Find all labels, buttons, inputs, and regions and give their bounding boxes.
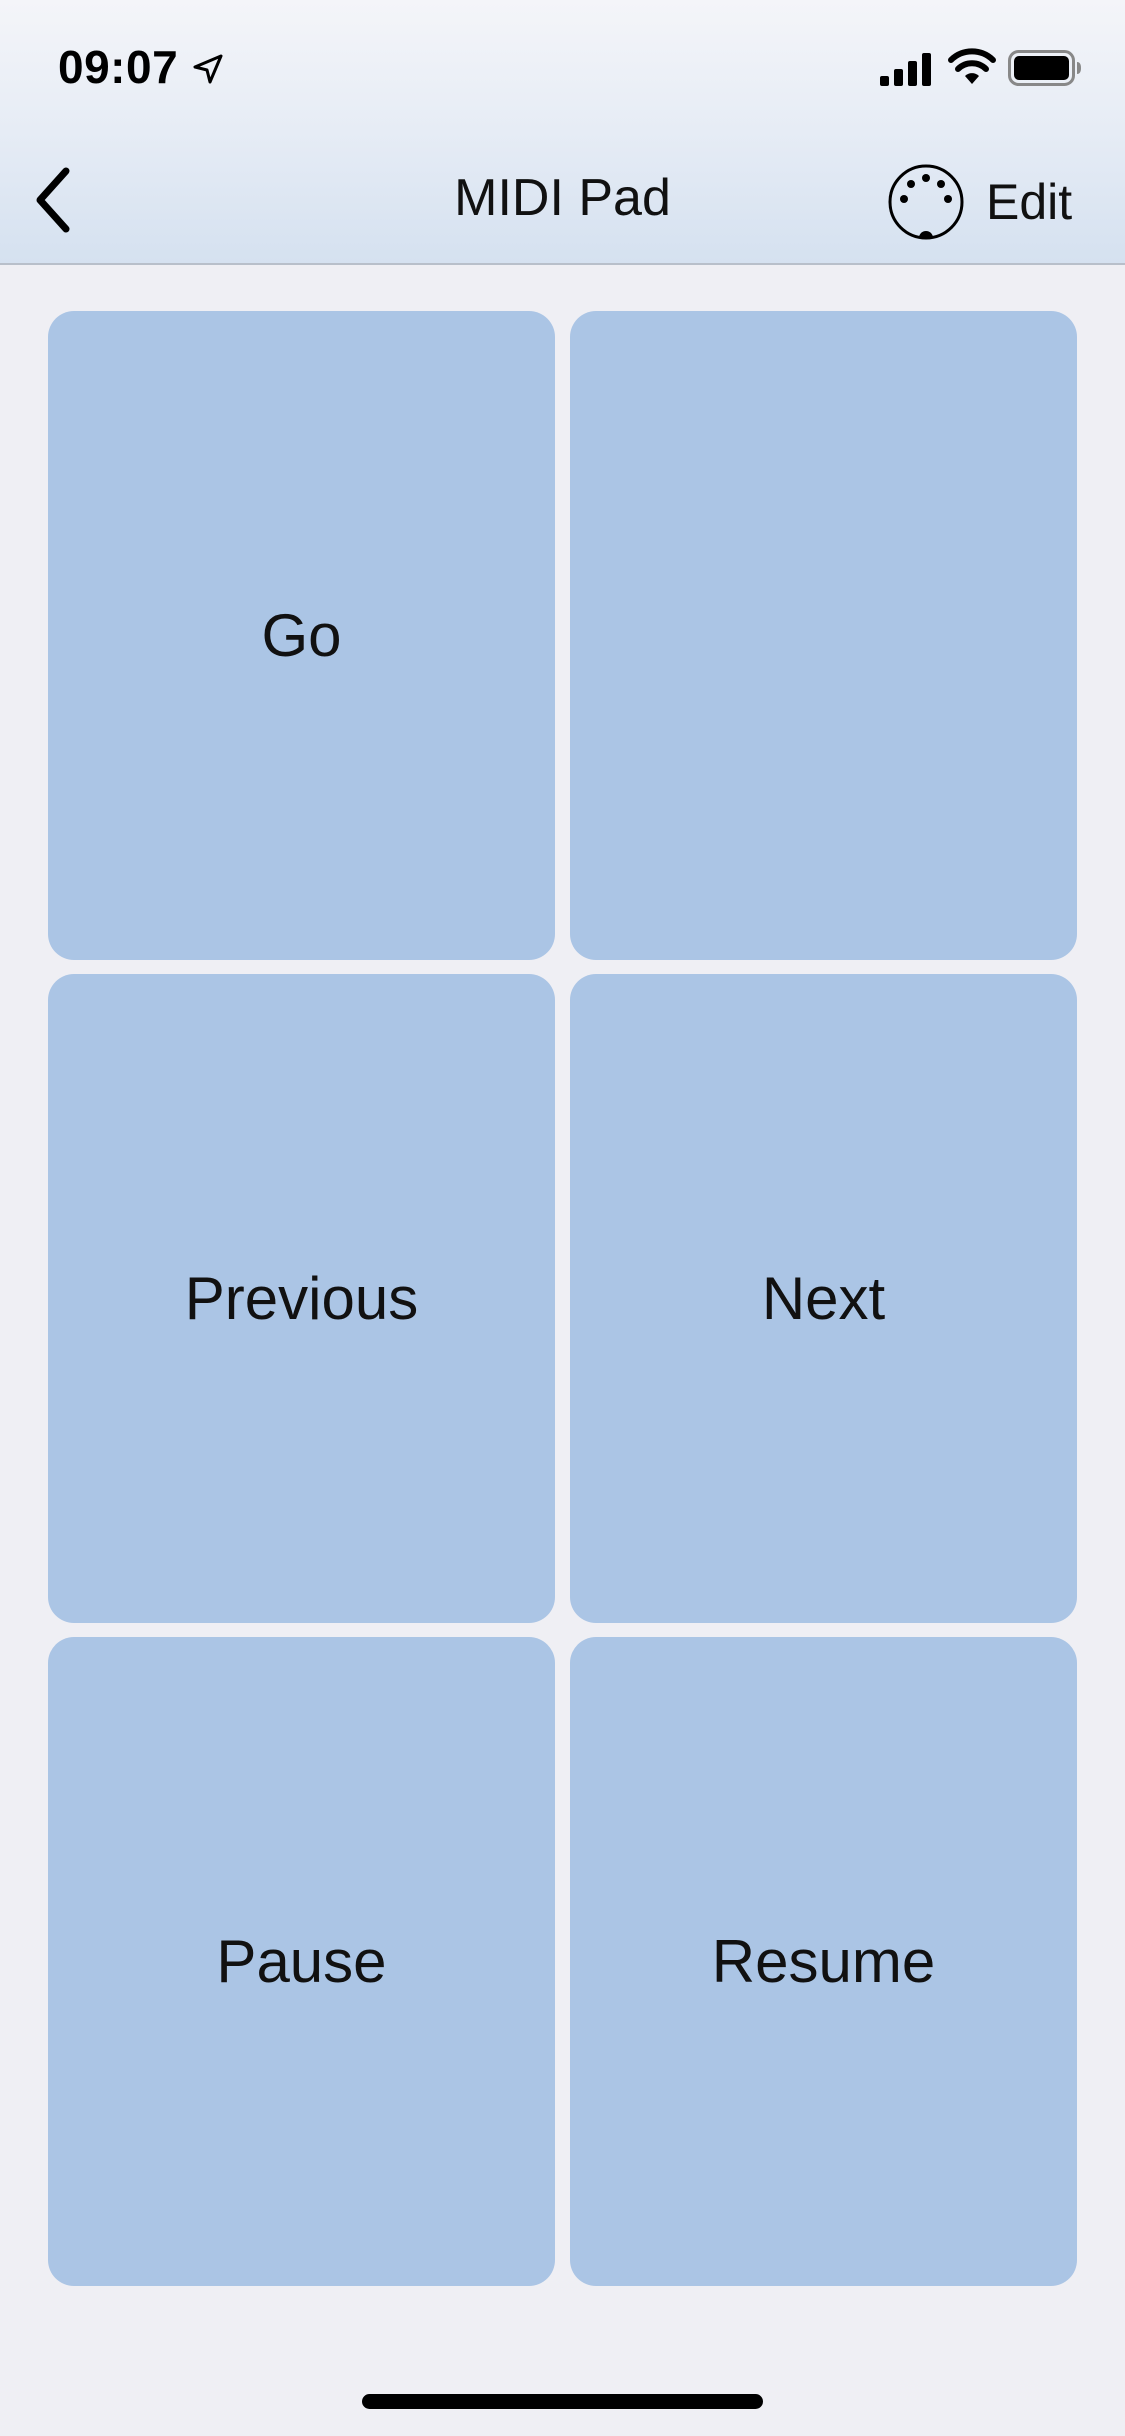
screen: 09:07 MIDI Pad Edit Go Previous Next Pau… xyxy=(0,0,1125,2436)
pad-label: Go xyxy=(261,602,342,669)
nav-bar: MIDI Pad Edit xyxy=(0,132,1125,265)
pad-pause[interactable]: Pause xyxy=(48,1637,555,2286)
status-bar: 09:07 xyxy=(0,0,1125,132)
back-button[interactable] xyxy=(14,160,94,240)
midi-connector-icon[interactable] xyxy=(886,162,966,242)
cellular-signal-icon xyxy=(880,53,931,86)
pad-label: Previous xyxy=(184,1265,419,1332)
pad-label: Resume xyxy=(711,1928,936,1995)
pad-grid: Go Previous Next Pause Resume xyxy=(48,311,1077,2286)
header: 09:07 MIDI Pad Edit xyxy=(0,0,1125,265)
chevron-left-icon xyxy=(36,167,70,233)
edit-button[interactable]: Edit xyxy=(986,162,1072,242)
status-time: 09:07 xyxy=(58,41,179,93)
location-arrow-icon xyxy=(193,54,223,84)
wifi-icon xyxy=(948,48,996,84)
pad-empty[interactable] xyxy=(570,311,1077,960)
home-indicator[interactable] xyxy=(362,2394,763,2409)
battery-icon xyxy=(1008,50,1081,86)
pad-resume[interactable]: Resume xyxy=(570,1637,1077,2286)
pad-go[interactable]: Go xyxy=(48,311,555,960)
pad-previous[interactable]: Previous xyxy=(48,974,555,1623)
pad-label: Pause xyxy=(216,1928,387,1995)
pad-next[interactable]: Next xyxy=(570,974,1077,1623)
pad-label: Next xyxy=(761,1265,886,1332)
